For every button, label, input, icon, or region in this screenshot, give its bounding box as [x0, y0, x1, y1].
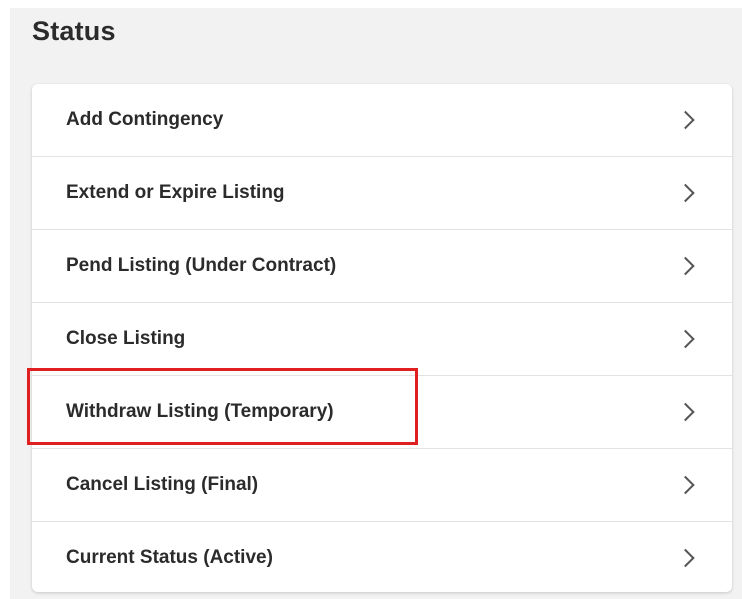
list-item-withdraw-listing[interactable]: Withdraw Listing (Temporary) — [32, 375, 732, 448]
list-item-label: Extend or Expire Listing — [66, 182, 285, 203]
chevron-right-icon — [676, 402, 695, 422]
status-panel: Status Add Contingency Extend or Expire … — [10, 8, 742, 599]
list-item-label: Cancel Listing (Final) — [66, 474, 259, 495]
list-item-close-listing[interactable]: Close Listing — [32, 302, 732, 375]
list-item-add-contingency[interactable]: Add Contingency — [32, 84, 732, 156]
list-item-label: Pend Listing (Under Contract) — [66, 255, 337, 276]
status-action-list: Add Contingency Extend or Expire Listing… — [32, 84, 732, 592]
chevron-right-icon — [676, 475, 695, 495]
list-item-label: Withdraw Listing (Temporary) — [66, 401, 334, 422]
list-item-label: Current Status (Active) — [66, 547, 273, 568]
chevron-right-icon — [676, 110, 695, 130]
panel-title: Status — [32, 16, 116, 46]
list-item-current-status[interactable]: Current Status (Active) — [32, 521, 732, 592]
list-item-label: Close Listing — [66, 328, 186, 349]
chevron-right-icon — [676, 183, 695, 203]
chevron-right-icon — [676, 548, 695, 568]
chevron-right-icon — [676, 329, 695, 349]
list-item-label: Add Contingency — [66, 109, 224, 130]
list-item-cancel-listing[interactable]: Cancel Listing (Final) — [32, 448, 732, 521]
list-item-pend-listing[interactable]: Pend Listing (Under Contract) — [32, 229, 732, 302]
chevron-right-icon — [676, 256, 695, 276]
list-item-extend-or-expire-listing[interactable]: Extend or Expire Listing — [32, 156, 732, 229]
